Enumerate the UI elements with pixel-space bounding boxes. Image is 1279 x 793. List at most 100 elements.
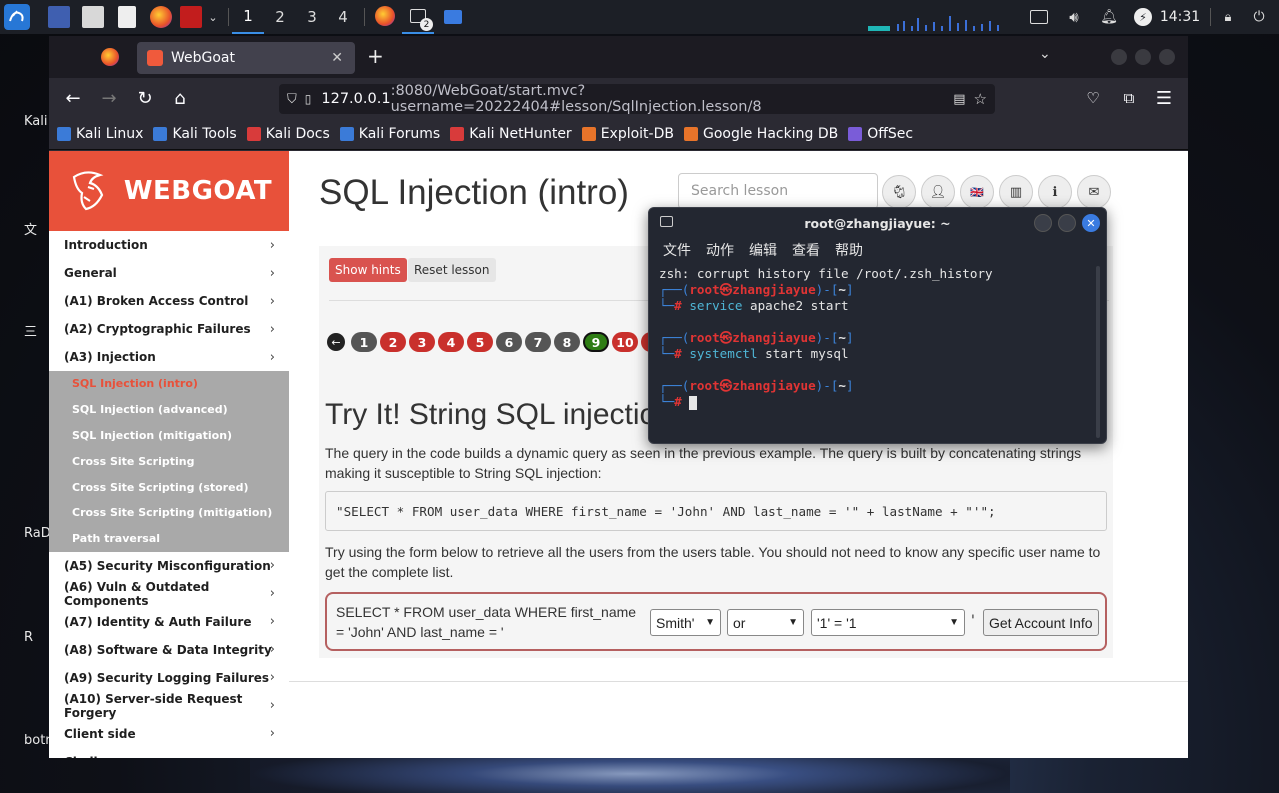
back-icon[interactable]: ← [59,86,87,110]
close-tab-icon[interactable]: ✕ [331,50,343,66]
lock-screen-icon[interactable]: 🔒︎ [1220,6,1236,28]
bookmark-kali-docs[interactable]: Kali Docs [246,126,330,142]
desktop-icon-label[interactable]: botr [24,733,51,748]
terminal-close-button[interactable]: ✕ [1082,214,1100,232]
terminal-window-task[interactable]: 2 [402,0,434,34]
screen-icon[interactable] [1030,10,1048,24]
bookmark-star-icon[interactable]: ☆ [974,90,987,108]
home-icon[interactable]: ⌂ [166,86,194,110]
bookmark-kali-tools[interactable]: Kali Tools [153,126,237,142]
list-tabs-icon[interactable]: ⌄ [1039,46,1051,62]
submenu-item[interactable]: Cross Site Scripting (mitigation) [49,500,289,526]
workspace-3[interactable]: 3 [296,0,328,34]
webgoat-logo[interactable]: WEBGOAT [49,151,289,231]
desktop-icon-label[interactable]: 三 [24,321,37,340]
terminal-scrollbar[interactable] [1096,266,1100,438]
page-step-button[interactable]: 10 [612,332,638,352]
new-tab-button[interactable]: + [367,44,384,68]
close-window-button[interactable] [1159,49,1175,65]
report-card-button[interactable]: ▥ [999,175,1033,209]
page-step-button[interactable]: 8 [554,332,580,352]
workspace-2[interactable]: 2 [264,0,296,34]
terminal-menu-item[interactable]: 文件 [663,240,691,260]
page-info-icon[interactable]: ▯ [305,92,312,106]
page-step-button[interactable]: 1 [351,332,377,352]
terminal-menu-item[interactable]: 查看 [792,240,820,260]
about-info-button[interactable]: ℹ [1038,175,1072,209]
submenu-item[interactable]: Cross Site Scripting (stored) [49,474,289,500]
lastname-select[interactable]: Smith' ▼ [650,609,721,636]
extensions-icon[interactable]: ⧉ [1115,86,1143,110]
workspace-1[interactable]: 1 [232,0,264,34]
bookmark-kali-forums[interactable]: Kali Forums [339,126,440,142]
condition-select[interactable]: '1' = '1 ▼ [811,609,965,636]
folder-window-icon[interactable] [444,10,462,24]
page-step-button[interactable]: 5 [467,332,493,352]
power-manager-icon[interactable]: ⚡ [1134,8,1152,26]
page-step-button[interactable]: 2 [380,332,406,352]
contact-mail-button[interactable]: ✉ [1077,175,1111,209]
workspace-4[interactable]: 4 [327,0,359,34]
menu-item[interactable]: Client side › [49,720,289,748]
get-account-info-button[interactable]: Get Account Info [983,609,1099,636]
desktop-icon-label[interactable]: Kali [24,114,48,129]
terminal-launcher-icon[interactable] [180,6,202,28]
submenu-item[interactable]: SQL Injection (advanced) [49,397,289,423]
submenu-item[interactable]: Path traversal [49,526,289,552]
bookmark-kali-nethunter[interactable]: Kali NetHunter [450,126,572,142]
firefox-view-icon[interactable] [101,48,119,66]
bookmark-kali-linux[interactable]: Kali Linux [57,126,143,142]
menu-item[interactable]: Introduction › [49,231,289,259]
desktop-icon-label[interactable]: 文 [24,219,37,238]
maximize-button[interactable] [1135,49,1151,65]
menu-item[interactable]: (A7) Identity & Auth Failure › [49,608,289,636]
page-step-button[interactable]: 3 [409,332,435,352]
menu-item[interactable]: (A10) Server-side Request Forgery › [49,692,289,720]
menu-item[interactable]: (A6) Vuln & Outdated Components › [49,580,289,608]
bookmark-google-hacking-db[interactable]: Google Hacking DB [683,126,838,142]
operator-select[interactable]: or ▼ [727,609,804,636]
show-hints-button[interactable]: Show hints [329,258,407,282]
firefox-launcher-icon[interactable] [150,6,172,28]
pocket-icon[interactable]: ♡ [1079,86,1107,110]
menu-item[interactable]: (A8) Software & Data Integrity › [49,636,289,664]
app-menu-icon[interactable]: ☰ [1150,86,1178,110]
minimize-button[interactable] [1111,49,1127,65]
clock[interactable]: 14:31 [1160,6,1200,28]
firefox-window-icon[interactable] [375,6,395,26]
reload-icon[interactable]: ↻ [131,86,159,110]
desktop-icon-label[interactable]: R [24,630,33,645]
menu-item[interactable]: (A9) Security Logging Failures › [49,664,289,692]
shield-icon[interactable]: ⛉ [287,92,297,107]
page-step-button[interactable]: 9 [583,332,609,352]
search-lesson-input[interactable]: Search lesson [678,173,878,209]
bookmark-exploit-db[interactable]: Exploit-DB [581,126,674,142]
reset-lesson-button[interactable]: Reset lesson [408,258,496,282]
language-flag-button[interactable]: 🇬🇧 [960,175,994,209]
url-bar[interactable]: ⛉ ▯ 127.0.0.1:8080/WebGoat/start.mvc?use… [279,83,995,115]
menu-item[interactable]: (A5) Security Misconfiguration › [49,552,289,580]
reader-view-icon[interactable]: ▤ [953,92,965,107]
goat-icon-button[interactable]: 🐐︎ [882,175,916,209]
bookmark-offsec[interactable]: OffSec [848,126,913,142]
menu-item[interactable]: (A3) Injection › [49,343,289,371]
submenu-item[interactable]: SQL Injection (intro) [49,371,289,397]
menu-item[interactable]: (A1) Broken Access Control › [49,287,289,315]
notification-bell-icon[interactable]: 🔔︎ [1100,6,1118,28]
desktop-show-icon[interactable] [48,6,70,28]
menu-item[interactable]: Challenges › [49,748,289,758]
tab-webgoat[interactable]: WebGoat ✕ [137,42,355,74]
terminal-menu-item[interactable]: 帮助 [835,240,863,260]
page-step-button[interactable]: 6 [496,332,522,352]
submenu-item[interactable]: Cross Site Scripting [49,448,289,474]
desktop-icon-label[interactable]: RaD [24,526,51,541]
submenu-item[interactable]: SQL Injection (mitigation) [49,423,289,449]
user-menu-button[interactable]: 👤︎ [921,175,955,209]
kali-menu-icon[interactable] [4,4,30,30]
page-step-button[interactable]: 4 [438,332,464,352]
terminal-menu-item[interactable]: 动作 [706,240,734,260]
menu-item[interactable]: (A2) Cryptographic Failures › [49,315,289,343]
terminal-menu-item[interactable]: 编辑 [749,240,777,260]
menu-item[interactable]: General › [49,259,289,287]
volume-icon[interactable]: 🔊︎ [1064,6,1084,28]
